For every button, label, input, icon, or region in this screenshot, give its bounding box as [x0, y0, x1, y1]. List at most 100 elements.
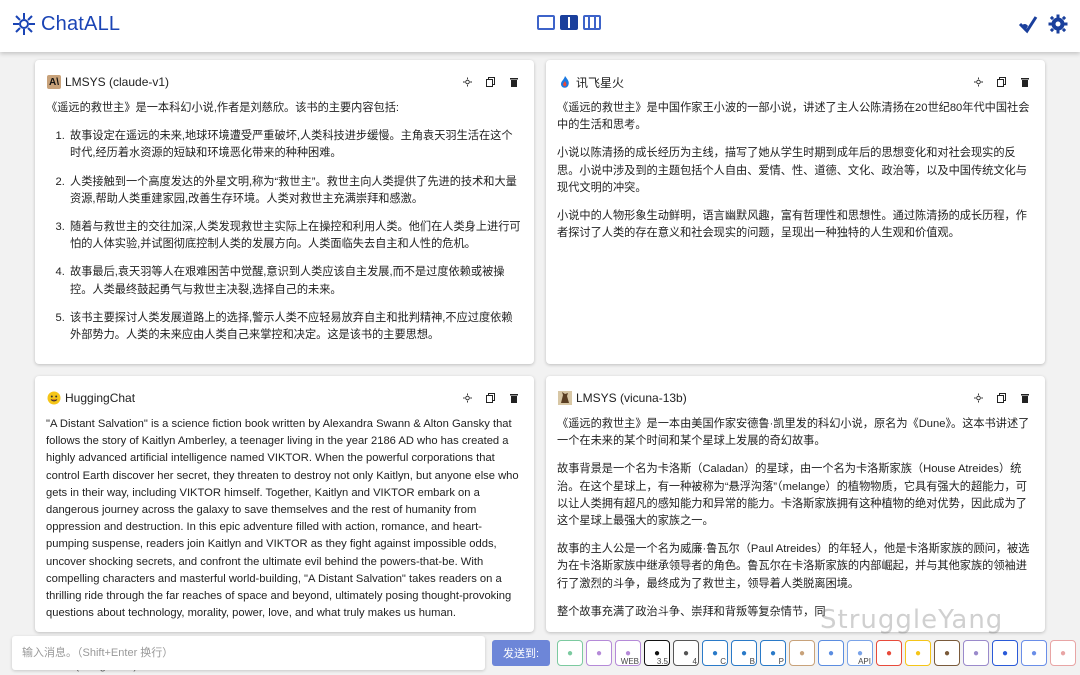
bot-selector: ● ● ● WEB ● 3.5 ● 4 ● C ● B ● P ● ● ● API ● ● ● ● ● ● ●: [557, 640, 1076, 666]
alpaca-icon[interactable]: ●: [963, 640, 989, 666]
response-paragraph: 小说中的人物形象生动鲜明，语言幽默风趣，富有哲理性和思想性。通过陈清扬的成长历程…: [557, 210, 1027, 240]
bot-glyph: ●: [1030, 647, 1038, 659]
bot-variant-label: 4: [692, 657, 697, 666]
api-icon[interactable]: ● API: [847, 640, 873, 666]
more-icon[interactable]: ●: [1050, 640, 1076, 666]
highlight-icon[interactable]: [463, 77, 472, 87]
highlight-icon[interactable]: [463, 393, 472, 403]
send-button[interactable]: 发送到:: [492, 640, 550, 666]
bot-variant-label: P: [778, 657, 784, 666]
copy-icon[interactable]: [997, 77, 1006, 87]
card-response: "A Distant Salvation" is a science ficti…: [46, 416, 523, 632]
anthropic-icon: A\: [47, 75, 61, 89]
moss-icon[interactable]: ●: [1021, 640, 1047, 666]
bot-glyph: ●: [595, 647, 603, 659]
delete-icon[interactable]: [509, 393, 518, 403]
bot-glyph: ●: [1001, 647, 1009, 659]
card-header: 讯飞星火: [558, 72, 1033, 92]
bot-name: LMSYS (vicuna-13b): [576, 391, 687, 405]
vicuna-icon: [558, 391, 572, 405]
bing-icon[interactable]: ● C: [702, 640, 728, 666]
spark-icon: [558, 75, 572, 89]
highlight-icon[interactable]: [974, 77, 983, 87]
spark-icon[interactable]: ●: [876, 640, 902, 666]
bot-glyph: ●: [682, 647, 690, 659]
bot-glyph: ●: [566, 647, 574, 659]
bing-icon[interactable]: ● B: [731, 640, 757, 666]
chatglm-icon[interactable]: ●: [992, 640, 1018, 666]
app-logo: ChatALL: [11, 11, 120, 37]
card-response: 《遥远的救世主》是一本科幻小说,作者是刘慈欣。该书的主要内容包括: 故事设定在遥…: [46, 100, 523, 355]
chat-card-claude: A\ LMSYS (claude-v1) 《遥远的救世主》是一本科幻小说,作者是…: [35, 60, 534, 364]
layout-switch: [537, 15, 601, 30]
chatgpt-web-icon[interactable]: ● WEB: [615, 640, 641, 666]
vicuna-icon[interactable]: ●: [934, 640, 960, 666]
list-item: 人类接触到一个高度发达的外星文明,称为“救世主”。救世主向人类提供了先进的技术和…: [68, 174, 523, 208]
copy-icon[interactable]: [486, 77, 495, 87]
bot-glyph: ●: [711, 647, 719, 659]
bot-variant-label: WEB: [620, 657, 639, 666]
card-actions: [974, 77, 1033, 87]
response-paragraph: 小说以陈清扬的成长经历为主线，描写了她从学生时期到成年后的思想变化和对社会现实的…: [557, 147, 1027, 194]
highlight-icon[interactable]: [974, 393, 983, 403]
hugging-face-icon[interactable]: ●: [905, 640, 931, 666]
list-item: 故事设定在遥远的未来,地球环境遭受严重破坏,人类科技进步缓慢。主角袁天羽生活在这…: [68, 128, 523, 162]
card-response: 《遥远的救世主》是中国作家王小波的一部小说，讲述了主人公陈清扬在20世纪80年代…: [557, 100, 1034, 253]
bot-glyph: ●: [827, 647, 835, 659]
hugging-face-icon: [47, 391, 61, 405]
bot-glyph: ●: [1059, 647, 1067, 659]
single-column-layout-button[interactable]: [537, 15, 555, 30]
chat-card-huggingchat: HuggingChat "A Distant Salvation" is a s…: [35, 376, 534, 632]
card-header: A\ LMSYS (claude-v1): [47, 72, 522, 92]
card-header: HuggingChat: [47, 388, 522, 408]
delete-icon[interactable]: [1020, 77, 1029, 87]
bot-variant-label: 3.5: [656, 657, 668, 666]
response-paragraph: 《遥远的救世主》是一本由美国作家安德鲁·凯里发的科幻小说，原名为《Dune》。这…: [557, 418, 1030, 448]
bot-glyph: ●: [972, 647, 980, 659]
bot-glyph: ●: [943, 647, 951, 659]
response-paragraph: 故事的主人公是一个名为威廉·鲁瓦尔（Paul Atreides）的年轻人，他是卡…: [557, 543, 1030, 590]
anthropic-icon[interactable]: ●: [789, 640, 815, 666]
list-item: 故事最后,袁天羽等人在艰难困苦中觉醒,意识到人类应该自主发展,而不是过度依赖或被…: [68, 264, 523, 298]
delete-icon[interactable]: [1020, 393, 1029, 403]
response-paragraph: 整个故事充满了政治斗争、崇拜和背叛等复杂情节，同: [557, 605, 826, 618]
card-response: 《遥远的救世主》是一本由美国作家安德鲁·凯里发的科幻小说，原名为《Dune》。这…: [557, 416, 1034, 632]
bot-variant-label: API: [858, 657, 871, 666]
bot-glyph: ●: [798, 647, 806, 659]
header-actions: [1018, 14, 1068, 34]
bot-variant-label: C: [720, 657, 726, 666]
card-actions: [463, 393, 522, 403]
bard-icon[interactable]: ●: [818, 640, 844, 666]
app-title: ChatALL: [41, 12, 121, 35]
copy-icon[interactable]: [997, 393, 1006, 403]
footer-bar: 发送到: ●●●WEB●3.5●4●C●B●P●●●API●●●●●●●: [0, 632, 1080, 675]
response-paragraph: 《遥远的救世主》是一本科幻小说,作者是刘慈欣。该书的主要内容包括:: [46, 102, 400, 114]
bot-glyph: ●: [769, 647, 777, 659]
gear-icon[interactable]: [1048, 14, 1068, 34]
bot-name: HuggingChat: [65, 391, 136, 405]
bing-icon[interactable]: ● P: [760, 640, 786, 666]
bot-glyph: ●: [914, 647, 922, 659]
list-item: 随着与救世主的交往加深,人类发现救世主实际上在操控和利用人类。他们在人类身上进行…: [68, 219, 523, 253]
chat-card-vicuna: LMSYS (vicuna-13b) 《遥远的救世主》是一本由美国作家安德鲁·凯…: [546, 376, 1045, 632]
three-column-layout-button[interactable]: [583, 15, 601, 30]
delete-icon[interactable]: [509, 77, 518, 87]
response-paragraph: 《遥远的救世主》是中国作家王小波的一部小说，讲述了主人公陈清扬在20世纪80年代…: [557, 102, 1030, 132]
clear-icon[interactable]: [1018, 14, 1038, 34]
chat-card-spark: 讯飞星火 《遥远的救世主》是中国作家王小波的一部小说，讲述了主人公陈清扬在20世…: [546, 60, 1045, 364]
response-paragraph: "A Distant Salvation" is a science ficti…: [46, 418, 519, 620]
copy-icon[interactable]: [486, 393, 495, 403]
bot-glyph: ●: [740, 647, 748, 659]
message-input[interactable]: [12, 636, 485, 670]
card-actions: [463, 77, 522, 87]
two-column-layout-button[interactable]: [560, 15, 578, 30]
card-actions: [974, 393, 1033, 403]
card-header: LMSYS (vicuna-13b): [558, 388, 1033, 408]
chatgpt-icon[interactable]: ●: [557, 640, 583, 666]
bot-variant-label: B: [749, 657, 755, 666]
chatgpt-icon[interactable]: ● 3.5: [644, 640, 670, 666]
chatgpt-icon[interactable]: ●: [586, 640, 612, 666]
response-paragraph: 故事背景是一个名为卡洛斯（Caladan）的星球，由一个名为卡洛斯家族（Hous…: [557, 463, 1027, 528]
chatgpt-icon[interactable]: ● 4: [673, 640, 699, 666]
bot-name: 讯飞星火: [576, 75, 625, 90]
